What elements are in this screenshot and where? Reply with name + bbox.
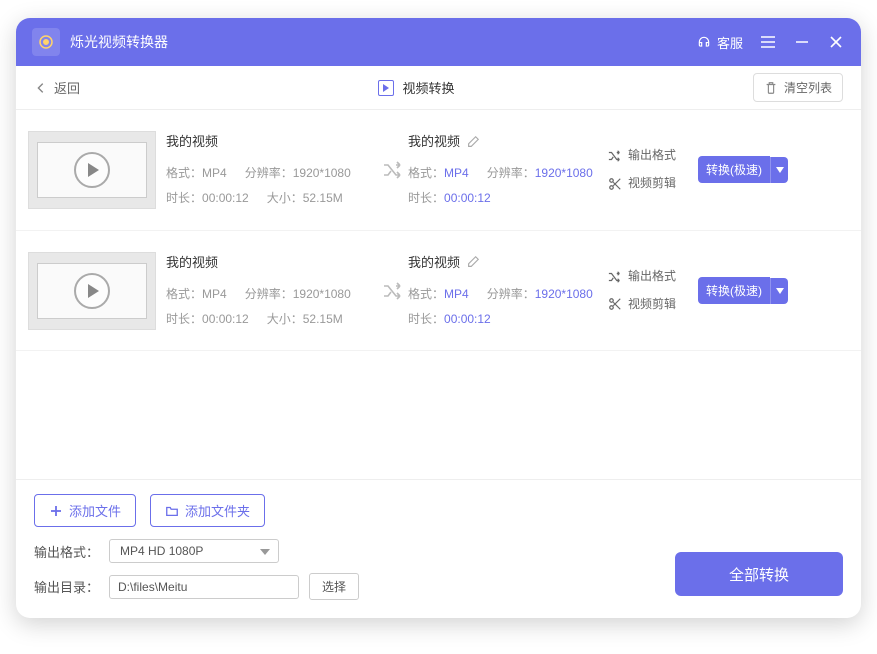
chevron-left-icon: [34, 81, 48, 95]
edit-icon[interactable]: [466, 255, 480, 269]
output-format-select[interactable]: MP4 HD 1080P: [109, 539, 279, 563]
convert-button[interactable]: 转换(极速): [698, 277, 788, 304]
video-trim-button[interactable]: 视频剪辑: [608, 170, 698, 198]
footer: 添加文件 添加文件夹 输出格式： MP4 HD 1080P 输出目录： D:\f…: [16, 479, 861, 618]
plus-icon: [49, 504, 63, 518]
dest-title: 我的视频: [408, 249, 460, 276]
play-icon: [74, 152, 110, 188]
output-dir-label: 输出目录：: [34, 577, 99, 596]
scissors-icon: [608, 297, 622, 311]
shuffle-icon: [608, 149, 622, 163]
app-logo: [32, 28, 60, 56]
tab-video-convert[interactable]: 视频转换: [80, 78, 753, 97]
clear-list-button[interactable]: 清空列表: [753, 73, 843, 102]
list-item: 我的视频 格式：MP4分辨率：1920*1080 时长：00:00:12大小：5…: [16, 110, 861, 231]
convert-dropdown[interactable]: [770, 157, 788, 183]
dest-title: 我的视频: [408, 128, 460, 155]
headset-icon: [697, 35, 711, 49]
item-ops: 输出格式 视频剪辑: [608, 263, 698, 318]
add-file-button[interactable]: 添加文件: [34, 494, 136, 527]
toolbar: 返回 视频转换 清空列表: [16, 66, 861, 110]
menu-button[interactable]: [759, 33, 777, 51]
output-format-button[interactable]: 输出格式: [608, 263, 698, 291]
dest-info: 我的视频 格式：MP4分辨率：1920*1080 时长：00:00:12: [408, 128, 608, 212]
play-icon: [378, 80, 394, 96]
folder-icon: [165, 504, 179, 518]
video-thumbnail[interactable]: [28, 252, 156, 330]
video-list: 我的视频 格式：MP4分辨率：1920*1080 时长：00:00:12大小：5…: [16, 110, 861, 479]
choose-dir-button[interactable]: 选择: [309, 573, 359, 600]
play-icon: [74, 273, 110, 309]
source-info: 我的视频 格式：MP4分辨率：1920*1080 时长：00:00:12大小：5…: [166, 128, 378, 212]
add-folder-button[interactable]: 添加文件夹: [150, 494, 265, 527]
edit-icon[interactable]: [466, 135, 480, 149]
convert-dropdown[interactable]: [770, 278, 788, 304]
output-dir-input[interactable]: D:\files\Meitu: [109, 575, 299, 599]
source-title: 我的视频: [166, 249, 378, 276]
trash-icon: [764, 81, 778, 95]
convert-all-button[interactable]: 全部转换: [675, 552, 843, 596]
output-format-button[interactable]: 输出格式: [608, 142, 698, 170]
app-title: 烁光视频转换器: [70, 32, 697, 52]
dest-info: 我的视频 格式：MP4分辨率：1920*1080 时长：00:00:12: [408, 249, 608, 333]
item-ops: 输出格式 视频剪辑: [608, 142, 698, 197]
back-button[interactable]: 返回: [34, 78, 80, 97]
source-info: 我的视频 格式：MP4分辨率：1920*1080 时长：00:00:12大小：5…: [166, 249, 378, 333]
minimize-button[interactable]: [793, 33, 811, 51]
list-item: 我的视频 格式：MP4分辨率：1920*1080 时长：00:00:12大小：5…: [16, 231, 861, 352]
source-title: 我的视频: [166, 128, 378, 155]
scissors-icon: [608, 177, 622, 191]
video-thumbnail[interactable]: [28, 131, 156, 209]
convert-button[interactable]: 转换(极速): [698, 156, 788, 183]
titlebar: 烁光视频转换器 客服: [16, 18, 861, 66]
shuffle-icon: [378, 161, 408, 179]
output-format-label: 输出格式：: [34, 542, 99, 561]
video-trim-button[interactable]: 视频剪辑: [608, 291, 698, 319]
shuffle-icon: [378, 282, 408, 300]
close-button[interactable]: [827, 33, 845, 51]
service-button[interactable]: 客服: [697, 33, 743, 52]
shuffle-icon: [608, 270, 622, 284]
